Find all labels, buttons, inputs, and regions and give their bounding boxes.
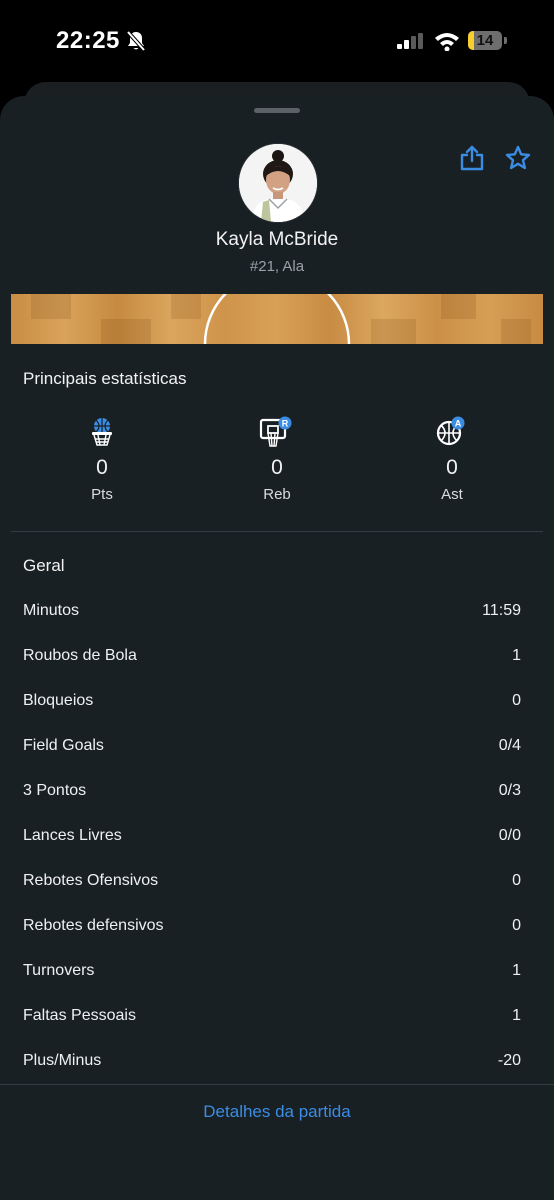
stat-value: -20 <box>497 1052 521 1069</box>
stat-value: 0/3 <box>498 782 521 799</box>
key-stat-rebounds: R 0 Reb <box>227 416 327 503</box>
stat-row-turnovers: Turnovers 1 <box>23 962 521 986</box>
stat-value: 0/0 <box>498 827 521 844</box>
battery-icon: 14 <box>468 31 502 50</box>
player-avatar <box>238 143 318 223</box>
basketball-assist-icon: A <box>402 416 502 448</box>
stat-label: Lances Livres <box>23 827 122 844</box>
points-value: 0 <box>96 456 108 479</box>
signal-icon <box>397 33 425 54</box>
court-banner <box>11 294 543 344</box>
stat-label: Bloqueios <box>23 692 94 709</box>
stat-value: 1 <box>512 647 521 664</box>
rebounds-label: Reb <box>263 486 291 503</box>
battery-tip <box>504 37 507 44</box>
stat-row-field-goals: Field Goals 0/4 <box>23 737 521 761</box>
general-title: Geral <box>23 556 65 575</box>
key-stats-title: Principais estatísticas <box>23 369 187 388</box>
stat-value: 1 <box>512 962 521 979</box>
rebound-icon: R <box>227 416 327 448</box>
stat-label: Roubos de Bola <box>23 647 137 664</box>
bell-slash-icon <box>126 30 146 57</box>
key-stat-points: 0 Pts <box>52 416 152 503</box>
key-stat-assists: A 0 Ast <box>402 416 502 503</box>
assists-value: 0 <box>446 456 458 479</box>
points-label: Pts <box>91 486 113 503</box>
stat-label: Turnovers <box>23 962 95 979</box>
stat-value: 0/4 <box>498 737 521 754</box>
stat-row-blocks: Bloqueios 0 <box>23 692 521 716</box>
stat-value: 1 <box>512 1007 521 1024</box>
status-time: 22:25 <box>56 27 120 54</box>
stat-label: Rebotes Ofensivos <box>23 872 159 889</box>
stat-label: 3 Pontos <box>23 782 87 799</box>
stat-row-offensive-rebounds: Rebotes Ofensivos 0 <box>23 872 521 896</box>
stat-label: Plus/Minus <box>23 1052 102 1069</box>
battery-percent: 14 <box>476 32 494 49</box>
wifi-icon <box>434 31 460 56</box>
stat-row-steals: Roubos de Bola 1 <box>23 647 521 671</box>
stat-label: Faltas Pessoais <box>23 1007 136 1024</box>
stat-value: 0 <box>512 692 521 709</box>
player-name: Kayla McBride <box>215 229 339 250</box>
stat-row-three-points: 3 Pontos 0/3 <box>23 782 521 806</box>
star-icon[interactable] <box>504 144 532 177</box>
footer-divider <box>0 1084 554 1085</box>
player-number-position: #21, Ala <box>249 258 305 275</box>
stat-value: 11:59 <box>482 602 521 619</box>
section-divider <box>11 531 543 532</box>
assists-label: Ast <box>441 486 463 503</box>
basketball-hoop-icon <box>52 416 152 448</box>
stat-row-plus-minus: Plus/Minus -20 <box>23 1052 521 1076</box>
rebound-badge: R <box>282 419 289 429</box>
stat-value: 0 <box>512 917 521 934</box>
stat-label: Rebotes defensivos <box>23 917 164 934</box>
stat-label: Field Goals <box>23 737 104 754</box>
stat-row-minutes: Minutos 11:59 <box>23 602 521 626</box>
stat-row-personal-fouls: Faltas Pessoais 1 <box>23 1007 521 1031</box>
player-stats-sheet: Kayla McBride #21, Ala Principais estatí… <box>0 96 554 1200</box>
status-bar: 22:25 14 <box>0 0 554 84</box>
rebounds-value: 0 <box>271 456 283 479</box>
stat-label: Minutos <box>23 602 80 619</box>
stat-value: 0 <box>512 872 521 889</box>
share-icon[interactable] <box>458 144 486 177</box>
match-details-link[interactable]: Detalhes da partida <box>0 1102 554 1122</box>
sheet-grabber[interactable] <box>254 108 300 113</box>
stat-row-free-throws: Lances Livres 0/0 <box>23 827 521 851</box>
assist-badge: A <box>455 419 462 429</box>
stat-row-defensive-rebounds: Rebotes defensivos 0 <box>23 917 521 941</box>
